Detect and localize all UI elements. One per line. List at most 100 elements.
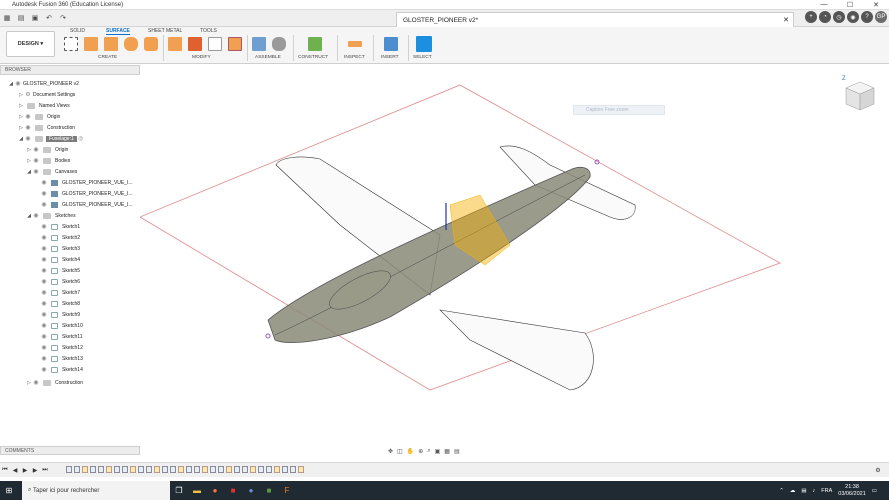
timeline-feature-icon[interactable] xyxy=(82,466,88,473)
discord-icon[interactable]: ● xyxy=(242,481,260,500)
job-status-icon[interactable]: ◷ xyxy=(833,11,845,23)
clock[interactable]: 21:38 03/06/2021 xyxy=(838,484,866,498)
tree-bodies[interactable]: ▷ ◉ Bodies xyxy=(26,155,70,166)
group-inspect[interactable]: INSPECT xyxy=(344,55,365,60)
tree-canvas-item[interactable]: ◉ GLOSTER_PIONEER_VUE_I... xyxy=(40,188,133,199)
sweep-icon[interactable] xyxy=(124,37,138,51)
tree-origin[interactable]: ▷ ◉ Origin xyxy=(18,111,60,122)
tree-sketch-item[interactable]: ◉ Sketch12 xyxy=(40,342,83,353)
timeline-feature-icon[interactable] xyxy=(90,466,96,473)
visibility-icon[interactable]: ◉ xyxy=(40,289,48,296)
tree-sketches[interactable]: ◢ ◉ Sketches xyxy=(26,210,76,221)
timeline-feature-icon[interactable] xyxy=(266,466,272,473)
tray-chevron-icon[interactable]: ⌃ xyxy=(779,488,784,494)
timeline-feature-icon[interactable] xyxy=(122,466,128,473)
volume-icon[interactable]: ♪ xyxy=(813,488,816,494)
timeline-feature-icon[interactable] xyxy=(234,466,240,473)
visibility-icon[interactable]: ◉ xyxy=(40,333,48,340)
group-create[interactable]: CREATE xyxy=(98,55,117,60)
timeline-feature-icon[interactable] xyxy=(98,466,104,473)
task-view-icon[interactable]: ❐ xyxy=(170,481,188,500)
avatar[interactable]: GP xyxy=(875,11,887,23)
visibility-icon[interactable]: ◉ xyxy=(40,344,48,351)
undo-icon[interactable]: ↶ xyxy=(42,11,56,25)
last-step-icon[interactable]: ⏭ xyxy=(40,467,50,474)
timeline-feature-icon[interactable] xyxy=(290,466,296,473)
tree-sketch-item[interactable]: ◉ Sketch6 xyxy=(40,276,80,287)
patch-icon[interactable] xyxy=(168,37,182,51)
pan-icon[interactable]: ✋ xyxy=(407,448,414,455)
language-indicator[interactable]: FRA xyxy=(821,488,832,494)
visibility-icon[interactable]: ◉ xyxy=(40,300,48,307)
display-settings-icon[interactable]: ▣ xyxy=(435,448,441,455)
joint-icon[interactable] xyxy=(272,37,286,51)
loft-icon[interactable] xyxy=(144,37,158,51)
grid-settings-icon[interactable]: ▦ xyxy=(444,448,450,455)
close-button[interactable]: ✕ xyxy=(863,1,889,9)
new-tab-icon[interactable]: + xyxy=(805,11,817,23)
insert-image-icon[interactable] xyxy=(384,37,398,51)
timeline-feature-icon[interactable] xyxy=(74,466,80,473)
app-red-icon[interactable]: ■ xyxy=(224,481,242,500)
timeline-feature-icon[interactable] xyxy=(258,466,264,473)
firefox-icon[interactable]: ● xyxy=(206,481,224,500)
timeline-feature-icon[interactable] xyxy=(226,466,232,473)
fusion-app-icon[interactable]: F xyxy=(278,481,296,500)
orbit-icon[interactable]: ✥ xyxy=(388,448,393,455)
timeline-feature-icon[interactable] xyxy=(170,466,176,473)
tab-sheet-metal[interactable]: SHEET METAL xyxy=(148,28,182,35)
zoom-icon[interactable]: ⊕ xyxy=(418,448,423,455)
tree-sketch-item[interactable]: ◉ Sketch14 xyxy=(40,364,83,375)
timeline-feature-icon[interactable] xyxy=(194,466,200,473)
timeline-features[interactable] xyxy=(66,466,304,474)
tree-fuselage[interactable]: ◢ ◉ Fuselage:1 ◎ xyxy=(18,133,85,144)
timeline-feature-icon[interactable] xyxy=(250,466,256,473)
timeline-feature-icon[interactable] xyxy=(298,466,304,473)
tree-canvas-item[interactable]: ◉ GLOSTER_PIONEER_VUE_I... xyxy=(40,177,133,188)
group-insert[interactable]: INSERT xyxy=(381,55,399,60)
redo-icon[interactable]: ↷ xyxy=(56,11,70,25)
visibility-icon[interactable]: ◉ xyxy=(40,366,48,373)
view-cube[interactable]: Z xyxy=(838,72,878,118)
timeline-feature-icon[interactable] xyxy=(154,466,160,473)
tree-sketch-item[interactable]: ◉ Sketch7 xyxy=(40,287,80,298)
maximize-button[interactable]: ☐ xyxy=(837,1,863,9)
document-tab[interactable]: GLOSTER_PIONEER v2* ✕ xyxy=(396,12,794,27)
select-arrow-icon[interactable] xyxy=(416,36,432,52)
tree-doc-settings[interactable]: ▷ ⚙ Document Settings xyxy=(18,89,75,100)
design-workspace-button[interactable]: DESIGN ▾ xyxy=(6,31,55,57)
timeline-feature-icon[interactable] xyxy=(178,466,184,473)
new-component-icon[interactable] xyxy=(252,37,266,51)
taskbar-search[interactable]: ⌕ Taper ici pour rechercher xyxy=(22,481,170,500)
timeline-feature-icon[interactable] xyxy=(186,466,192,473)
create-sketch-icon[interactable] xyxy=(64,37,78,51)
visibility-icon[interactable]: ◉ xyxy=(40,311,48,318)
extensions-icon[interactable]: ◔ xyxy=(819,11,831,23)
measure-icon[interactable] xyxy=(348,41,362,47)
visibility-icon[interactable]: ◉ xyxy=(40,355,48,362)
timeline-feature-icon[interactable] xyxy=(138,466,144,473)
group-assemble[interactable]: ASSEMBLE xyxy=(255,55,281,60)
offset-plane-icon[interactable] xyxy=(308,37,322,51)
look-at-icon[interactable]: ◫ xyxy=(397,448,403,455)
timeline-feature-icon[interactable] xyxy=(242,466,248,473)
tab-surface[interactable]: SURFACE xyxy=(106,28,130,35)
windows-start-icon[interactable]: ⊞ xyxy=(0,481,18,500)
group-select[interactable]: SELECT xyxy=(413,55,432,60)
notifications-icon[interactable]: ◉ xyxy=(847,11,859,23)
viewports-icon[interactable]: ▤ xyxy=(454,448,460,455)
scissors-icon[interactable] xyxy=(208,37,222,51)
trim-icon[interactable] xyxy=(188,37,202,51)
file-icon[interactable]: ▤ xyxy=(14,11,28,25)
play-icon[interactable]: ▶ xyxy=(20,467,30,474)
network-icon[interactable]: ▤ xyxy=(801,488,806,494)
group-construct[interactable]: CONSTRUCT xyxy=(298,55,328,60)
tree-sketch-item[interactable]: ◉ Sketch3 xyxy=(40,243,80,254)
timeline-feature-icon[interactable] xyxy=(162,466,168,473)
close-tab-button[interactable]: ✕ xyxy=(783,16,789,24)
tree-sketch-item[interactable]: ◉ Sketch8 xyxy=(40,298,80,309)
first-step-icon[interactable]: ⏮ xyxy=(0,467,10,474)
timeline-feature-icon[interactable] xyxy=(210,466,216,473)
tree-sketch-item[interactable]: ◉ Sketch13 xyxy=(40,353,83,364)
tree-named-views[interactable]: ▷ Named Views xyxy=(18,100,70,111)
